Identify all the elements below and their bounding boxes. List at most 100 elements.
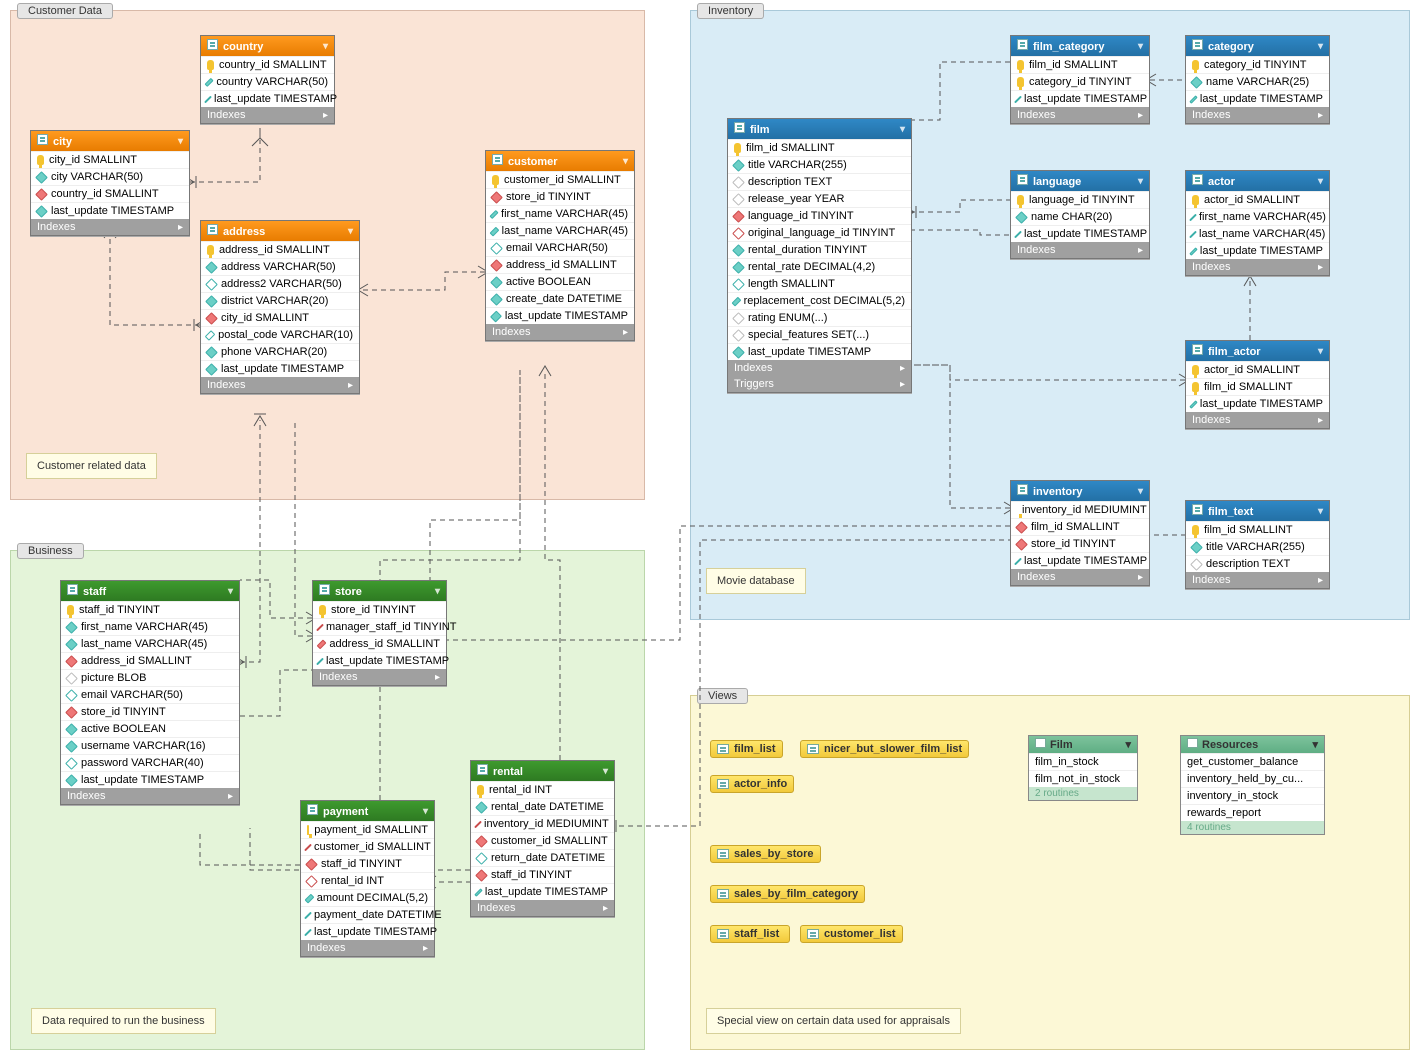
section-indexes[interactable]: Indexes▸ <box>201 107 334 123</box>
entity-store[interactable]: store▾store_id TINYINTmanager_staff_id T… <box>312 580 447 686</box>
column-row[interactable]: address VARCHAR(50) <box>201 258 359 275</box>
entity-film-actor[interactable]: film_actor▾actor_id SMALLINTfilm_id SMAL… <box>1185 340 1330 429</box>
column-row[interactable]: last_update TIMESTAMP <box>1186 90 1329 107</box>
column-row[interactable]: last_update TIMESTAMP <box>31 202 189 219</box>
column-row[interactable]: customer_id SMALLINT <box>301 838 434 855</box>
view-sales-by-store[interactable]: sales_by_store <box>710 845 821 863</box>
section-triggers[interactable]: Triggers▸ <box>728 376 911 392</box>
column-row[interactable]: description TEXT <box>1186 555 1329 572</box>
column-row[interactable]: address_id SMALLINT <box>486 256 634 273</box>
routine-item[interactable]: inventory_in_stock <box>1181 787 1324 804</box>
column-row[interactable]: manager_staff_id TINYINT <box>313 618 446 635</box>
entity-city[interactable]: city▾city_id SMALLINTcity VARCHAR(50)cou… <box>30 130 190 236</box>
section-indexes[interactable]: Indexes▸ <box>1186 412 1329 428</box>
entity-country[interactable]: country▾country_id SMALLINTcountry VARCH… <box>200 35 335 124</box>
entity-customer[interactable]: customer▾customer_id SMALLINTstore_id TI… <box>485 150 635 341</box>
view-film-list[interactable]: film_list <box>710 740 783 758</box>
column-row[interactable]: store_id TINYINT <box>313 601 446 618</box>
view-actor-info[interactable]: actor_info <box>710 775 794 793</box>
column-row[interactable]: country VARCHAR(50) <box>201 73 334 90</box>
view-customer-list[interactable]: customer_list <box>800 925 903 943</box>
column-row[interactable]: rating ENUM(...) <box>728 309 911 326</box>
section-indexes[interactable]: Indexes▸ <box>1011 569 1149 585</box>
column-row[interactable]: customer_id SMALLINT <box>471 832 614 849</box>
column-row[interactable]: last_update TIMESTAMP <box>471 883 614 900</box>
view-staff-list[interactable]: staff_list <box>710 925 790 943</box>
column-row[interactable]: rental_rate DECIMAL(4,2) <box>728 258 911 275</box>
column-row[interactable]: last_update TIMESTAMP <box>61 771 239 788</box>
column-row[interactable]: staff_id TINYINT <box>301 855 434 872</box>
column-row[interactable]: last_update TIMESTAMP <box>728 343 911 360</box>
entity-header[interactable]: actor▾ <box>1186 171 1329 191</box>
routine-item[interactable]: rewards_report <box>1181 804 1324 821</box>
routine-group-film[interactable]: Film▾ film_in_stock film_not_in_stock 2 … <box>1028 735 1138 801</box>
column-row[interactable]: inventory_id MEDIUMINT <box>1011 501 1149 518</box>
column-row[interactable]: film_id SMALLINT <box>728 139 911 156</box>
column-row[interactable]: district VARCHAR(20) <box>201 292 359 309</box>
entity-header[interactable]: film_actor▾ <box>1186 341 1329 361</box>
section-indexes[interactable]: Indexes▸ <box>1011 242 1149 258</box>
column-row[interactable]: name CHAR(20) <box>1011 208 1149 225</box>
column-row[interactable]: picture BLOB <box>61 669 239 686</box>
column-row[interactable]: language_id TINYINT <box>728 207 911 224</box>
column-row[interactable]: title VARCHAR(255) <box>728 156 911 173</box>
column-row[interactable]: city_id SMALLINT <box>201 309 359 326</box>
section-indexes[interactable]: Indexes▸ <box>1186 572 1329 588</box>
section-indexes[interactable]: Indexes▸ <box>301 940 434 956</box>
column-row[interactable]: amount DECIMAL(5,2) <box>301 889 434 906</box>
column-row[interactable]: store_id TINYINT <box>1011 535 1149 552</box>
section-indexes[interactable]: Indexes▸ <box>1186 107 1329 123</box>
entity-header[interactable]: city▾ <box>31 131 189 151</box>
column-row[interactable]: film_id SMALLINT <box>1186 521 1329 538</box>
column-row[interactable]: rental_id INT <box>471 781 614 798</box>
column-row[interactable]: actor_id SMALLINT <box>1186 191 1329 208</box>
entity-header[interactable]: address▾ <box>201 221 359 241</box>
column-row[interactable]: length SMALLINT <box>728 275 911 292</box>
column-row[interactable]: city_id SMALLINT <box>31 151 189 168</box>
column-row[interactable]: last_update TIMESTAMP <box>1186 242 1329 259</box>
column-row[interactable]: phone VARCHAR(20) <box>201 343 359 360</box>
column-row[interactable]: country_id SMALLINT <box>31 185 189 202</box>
entity-film-category[interactable]: film_category▾film_id SMALLINTcategory_i… <box>1010 35 1150 124</box>
column-row[interactable]: active BOOLEAN <box>486 273 634 290</box>
column-row[interactable]: first_name VARCHAR(45) <box>1186 208 1329 225</box>
entity-header[interactable]: film_category▾ <box>1011 36 1149 56</box>
column-row[interactable]: customer_id SMALLINT <box>486 171 634 188</box>
column-row[interactable]: film_id SMALLINT <box>1011 518 1149 535</box>
entity-category[interactable]: category▾category_id TINYINTname VARCHAR… <box>1185 35 1330 124</box>
column-row[interactable]: address_id SMALLINT <box>61 652 239 669</box>
column-row[interactable]: staff_id TINYINT <box>61 601 239 618</box>
column-row[interactable]: last_update TIMESTAMP <box>313 652 446 669</box>
column-row[interactable]: film_id SMALLINT <box>1011 56 1149 73</box>
column-row[interactable]: postal_code VARCHAR(10) <box>201 326 359 343</box>
entity-header[interactable]: customer▾ <box>486 151 634 171</box>
section-indexes[interactable]: Indexes▸ <box>201 377 359 393</box>
section-indexes[interactable]: Indexes▸ <box>1186 259 1329 275</box>
column-row[interactable]: category_id TINYINT <box>1186 56 1329 73</box>
column-row[interactable]: last_name VARCHAR(45) <box>61 635 239 652</box>
column-row[interactable]: first_name VARCHAR(45) <box>486 205 634 222</box>
column-row[interactable]: return_date DATETIME <box>471 849 614 866</box>
section-indexes[interactable]: Indexes▸ <box>61 788 239 804</box>
entity-header[interactable]: payment▾ <box>301 801 434 821</box>
section-indexes[interactable]: Indexes▸ <box>471 900 614 916</box>
entity-film[interactable]: film▾film_id SMALLINTtitle VARCHAR(255)d… <box>727 118 912 393</box>
column-row[interactable]: active BOOLEAN <box>61 720 239 737</box>
column-row[interactable]: address2 VARCHAR(50) <box>201 275 359 292</box>
section-indexes[interactable]: Indexes▸ <box>31 219 189 235</box>
column-row[interactable]: create_date DATETIME <box>486 290 634 307</box>
entity-header[interactable]: film_text▾ <box>1186 501 1329 521</box>
view-nicer-but-slower-film-list[interactable]: nicer_but_slower_film_list <box>800 740 969 758</box>
column-row[interactable]: rental_duration TINYINT <box>728 241 911 258</box>
entity-header[interactable]: film▾ <box>728 119 911 139</box>
column-row[interactable]: store_id TINYINT <box>486 188 634 205</box>
column-row[interactable]: staff_id TINYINT <box>471 866 614 883</box>
entity-header[interactable]: country▾ <box>201 36 334 56</box>
entity-header[interactable]: staff▾ <box>61 581 239 601</box>
column-row[interactable]: username VARCHAR(16) <box>61 737 239 754</box>
column-row[interactable]: last_update TIMESTAMP <box>301 923 434 940</box>
column-row[interactable]: release_year YEAR <box>728 190 911 207</box>
column-row[interactable]: email VARCHAR(50) <box>61 686 239 703</box>
column-row[interactable]: film_id SMALLINT <box>1186 378 1329 395</box>
column-row[interactable]: payment_date DATETIME <box>301 906 434 923</box>
